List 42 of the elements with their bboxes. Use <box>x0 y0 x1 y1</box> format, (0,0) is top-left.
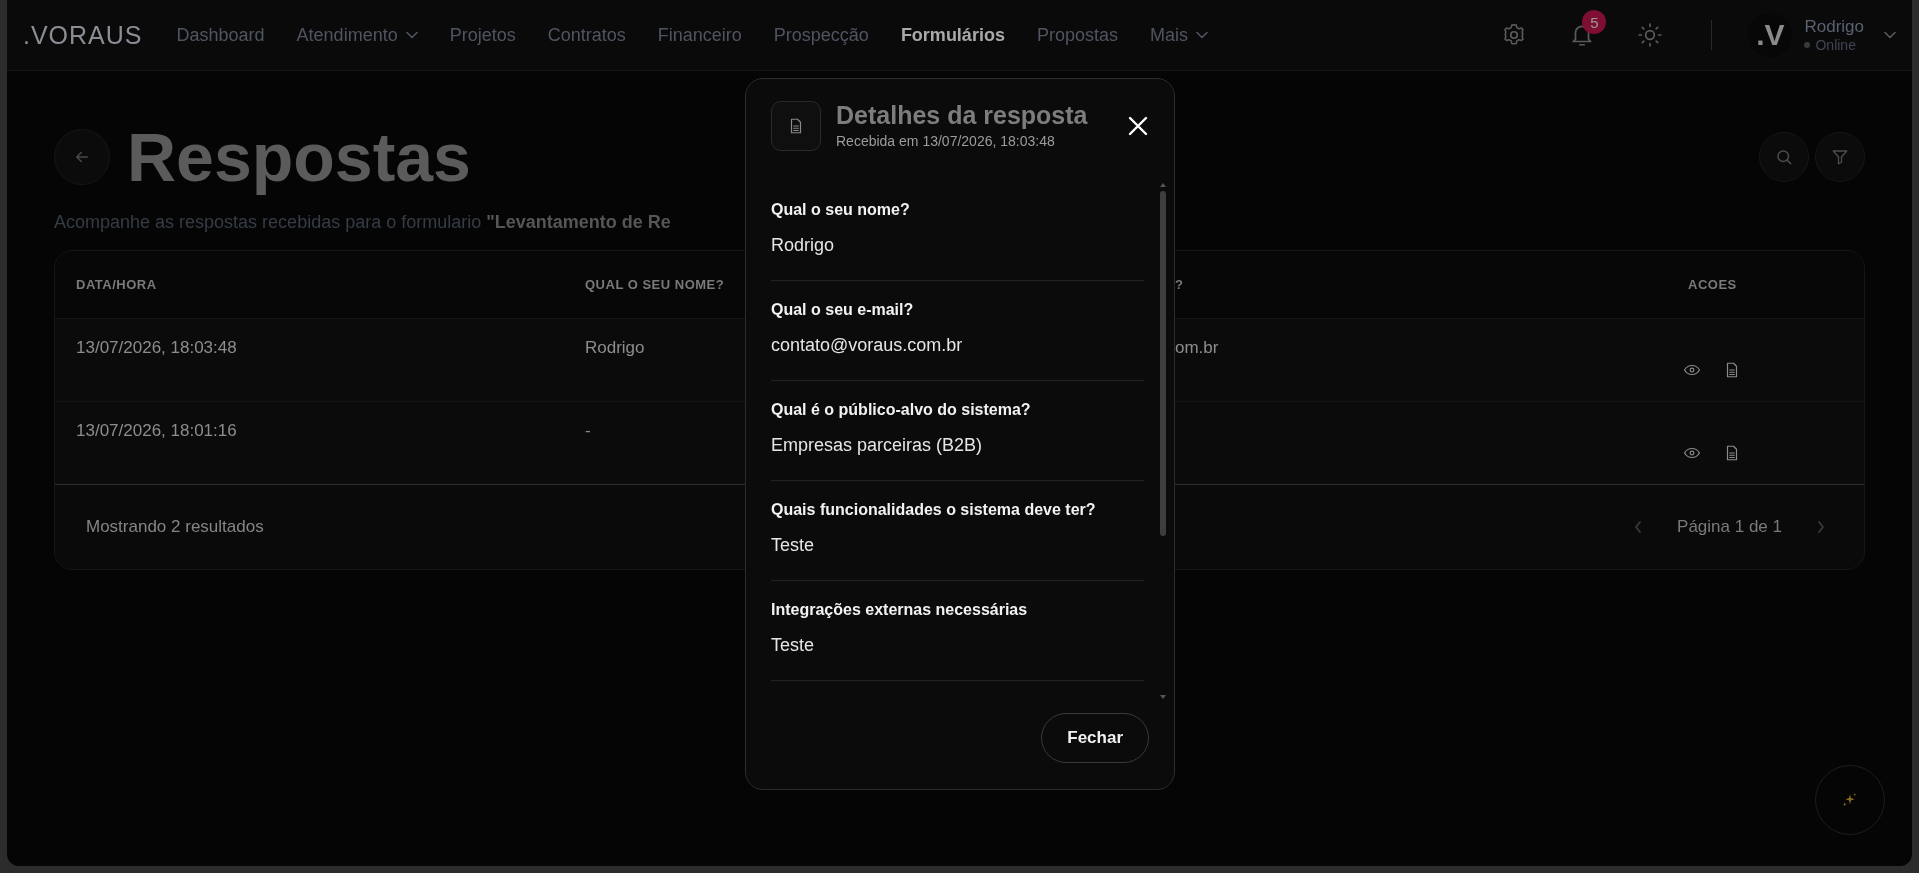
close-icon[interactable] <box>1127 115 1149 137</box>
question-label: Quais funcionalidades o sistema deve ter? <box>771 501 1097 519</box>
chevron-right-icon[interactable] <box>1816 519 1826 535</box>
page-title: Respostas <box>127 118 471 196</box>
answer-text: Teste <box>771 535 816 556</box>
chevron-down-icon[interactable] <box>1884 31 1896 39</box>
nav-link[interactable]: Dashboard <box>176 24 265 46</box>
answer-text: Empresas parceiras (B2B) <box>771 435 984 456</box>
notification-badge: 5 <box>1582 10 1607 34</box>
nav-link[interactable]: Atendimento <box>296 24 418 46</box>
close-button[interactable]: Fechar <box>1041 713 1149 763</box>
chevron-left-icon[interactable] <box>1633 519 1644 535</box>
page-subtitle: Acompanhe as respostas recebidas para o formulario "Levantamento de Re <box>54 212 671 232</box>
column-header: DATA/HORA <box>55 251 564 319</box>
filter-icon <box>1831 148 1849 166</box>
dialog-title: Detalhes da resposta <box>836 101 1089 130</box>
scrollbar[interactable] <box>1158 181 1168 701</box>
column-header: ACOES <box>1667 251 1864 319</box>
nav-link[interactable]: Mais <box>1149 24 1208 46</box>
filter-button[interactable] <box>1815 132 1865 182</box>
avatar[interactable]: .V <box>1748 13 1793 57</box>
nav-link[interactable]: Projetos <box>449 24 516 46</box>
answer-text: contato@voraus.com.br <box>771 335 964 356</box>
results-count: Mostrando 2 resultados <box>86 517 264 537</box>
sun-icon[interactable] <box>1637 22 1664 48</box>
search-icon <box>1775 148 1793 166</box>
page-indicator: Página 1 de 1 <box>1677 517 1782 537</box>
answer-text: Teste <box>771 635 816 656</box>
logo[interactable]: .VORAUS <box>23 20 143 50</box>
question-label: Qual é o público-alvo do sistema? <box>771 401 1032 419</box>
dialog-subtitle: Recebida em 13/07/2026, 18:03:48 <box>836 133 1056 149</box>
question-label: Integrações externas necessárias <box>771 601 1029 619</box>
nav-link[interactable]: Prospecção <box>773 24 869 46</box>
status-dot <box>1804 42 1811 48</box>
nav-link[interactable]: Propostas <box>1036 24 1118 46</box>
question-label: Qual o seu e-mail? <box>771 301 915 319</box>
user-name: Rodrigo <box>1804 17 1864 37</box>
nav-link[interactable]: Formulários <box>900 24 1005 46</box>
nav-link[interactable]: Financeiro <box>657 24 742 46</box>
nav-link[interactable]: Contratos <box>547 24 626 46</box>
question-label: Qual o seu nome? <box>771 201 911 219</box>
user-status: Online <box>1815 37 1856 53</box>
